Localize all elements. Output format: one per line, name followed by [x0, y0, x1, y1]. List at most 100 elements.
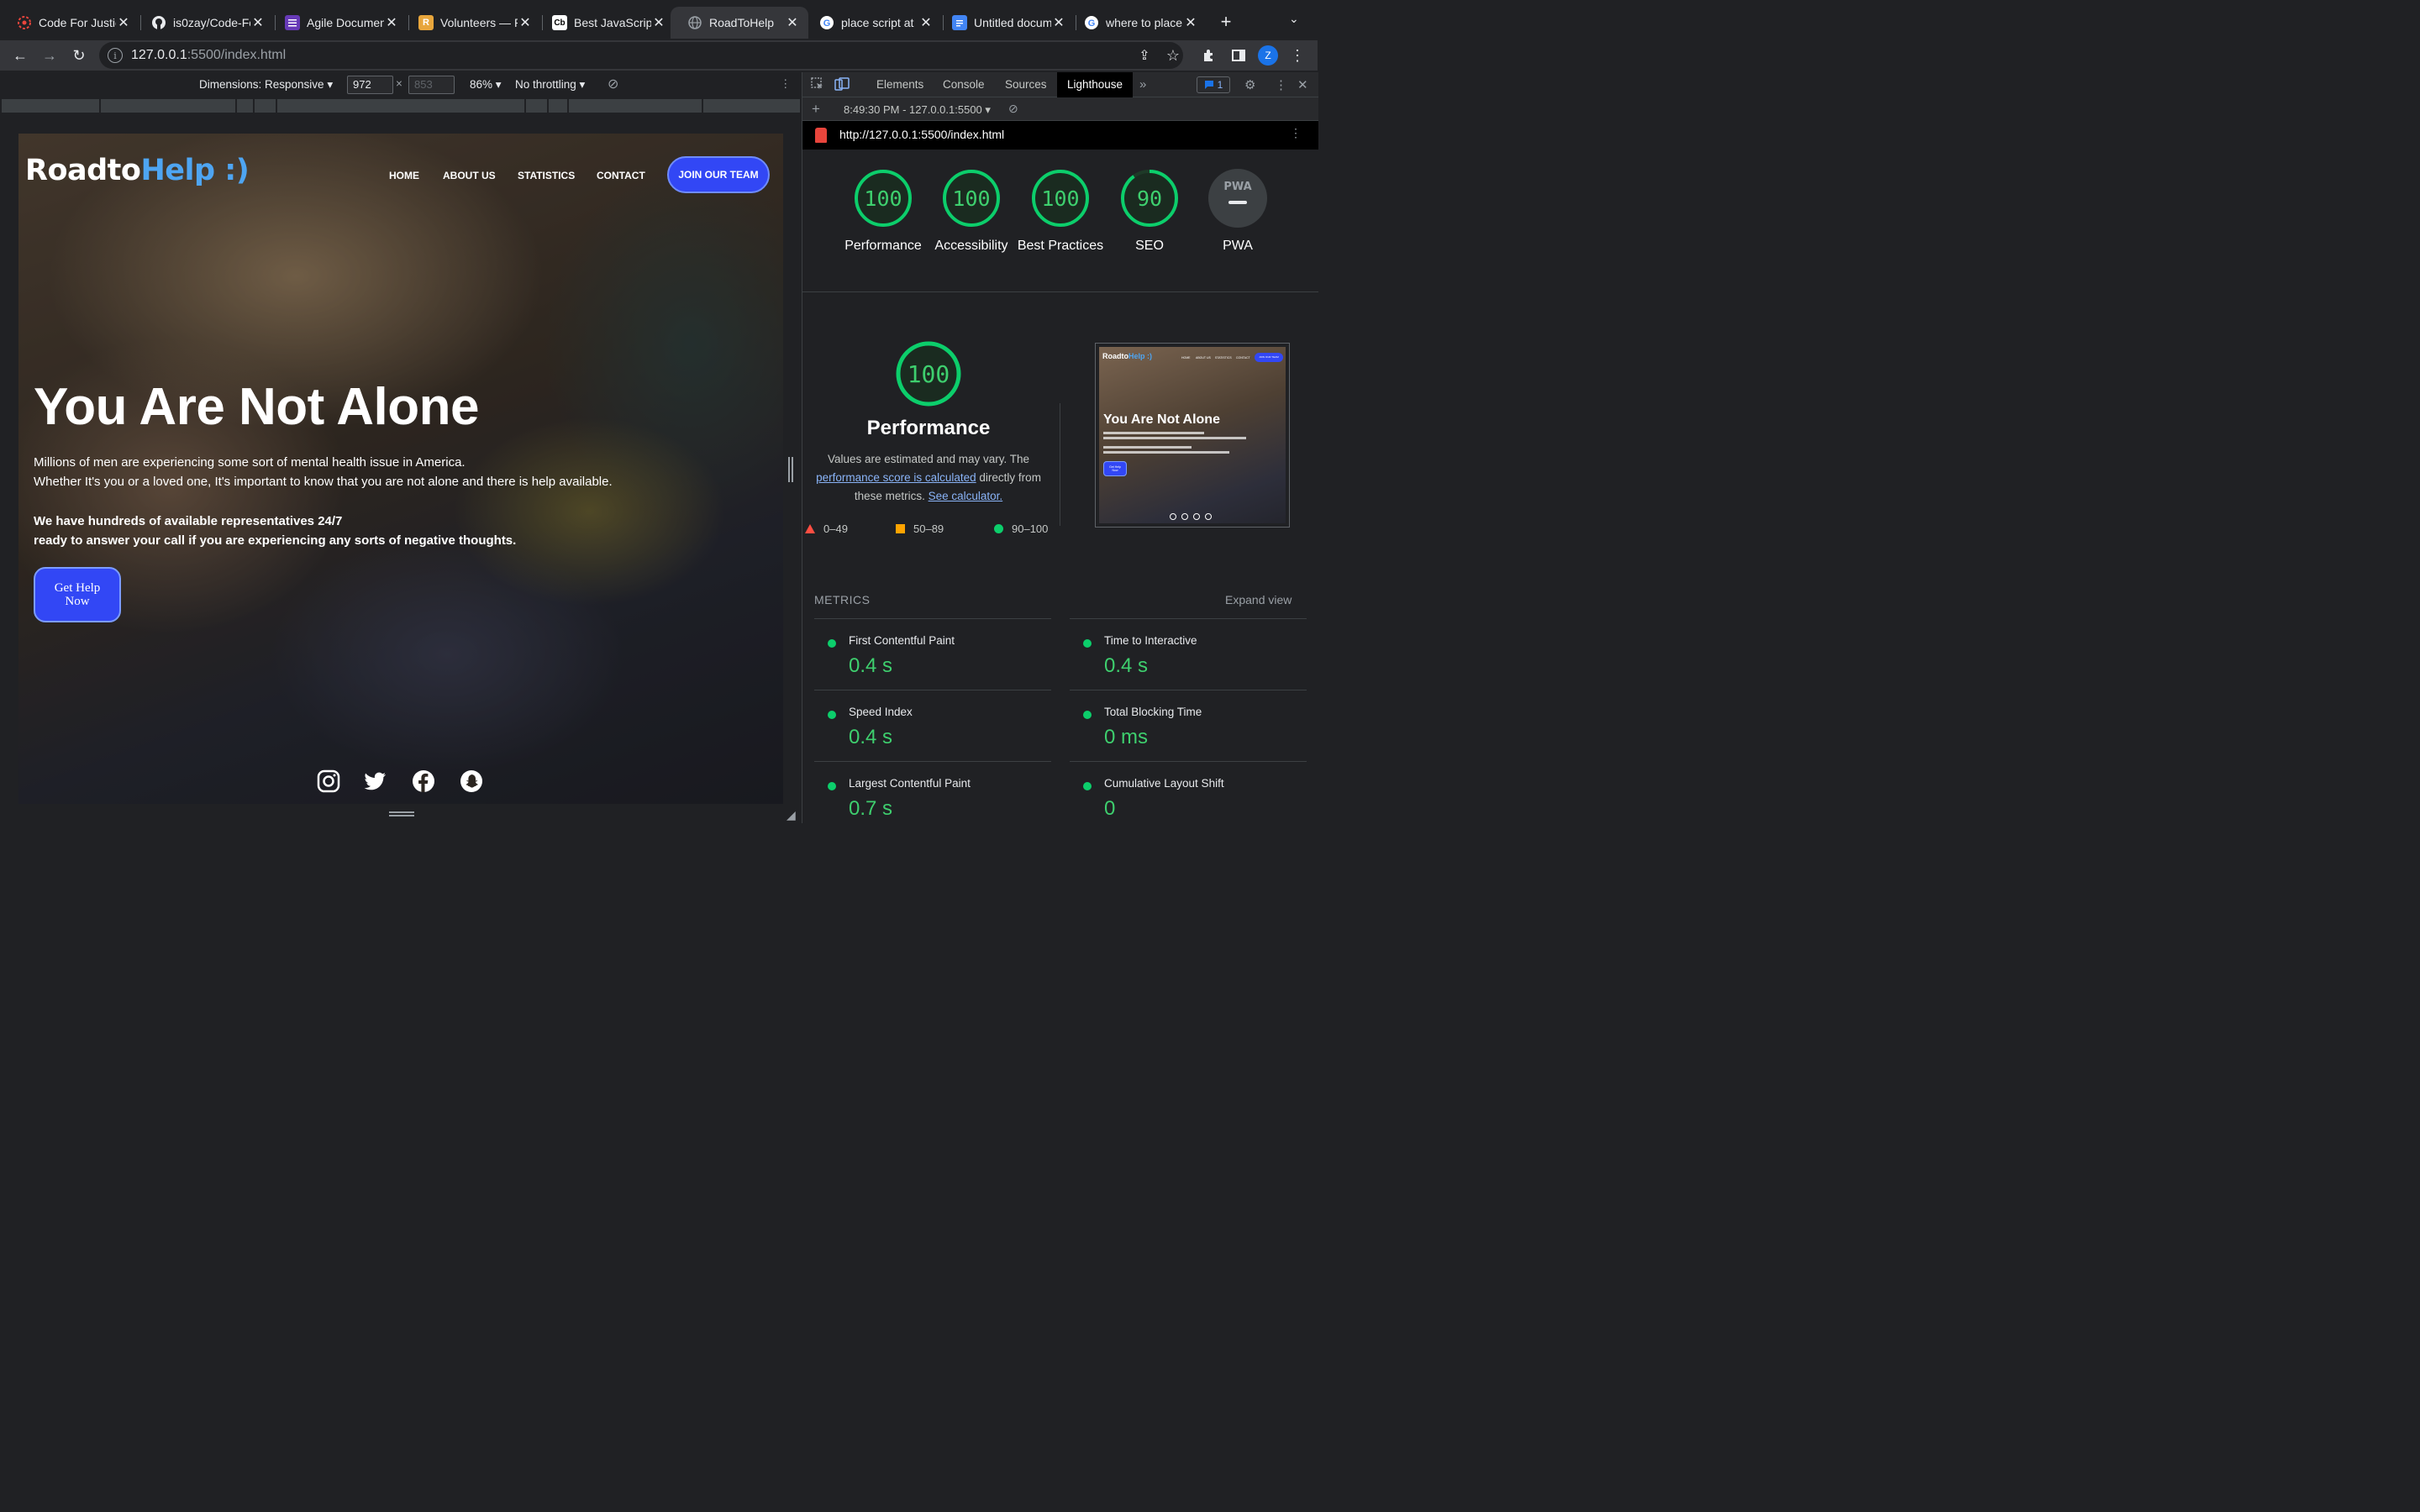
- gauge-label: Accessibility: [934, 239, 1008, 253]
- browser-tab[interactable]: G place script at ✕: [802, 7, 942, 39]
- media-query-ruler[interactable]: [2, 99, 800, 113]
- tab-strip: Code For Justice ✕ is0zay/Code-For-Justi…: [0, 0, 1318, 40]
- tab-title: Volunteers — RoadToHelp: [440, 16, 518, 29]
- extensions-puzzle-icon[interactable]: [1199, 45, 1219, 66]
- side-panel-icon[interactable]: [1228, 45, 1249, 66]
- see-calculator-link[interactable]: See calculator.: [929, 490, 1003, 502]
- report-menu-icon[interactable]: ⋮: [1290, 126, 1302, 140]
- viewport-height-handle[interactable]: [389, 811, 414, 816]
- performance-score-gauge[interactable]: 100: [895, 340, 962, 407]
- settings-gear-icon[interactable]: ⚙: [1244, 77, 1255, 92]
- avatar[interactable]: Z: [1258, 45, 1278, 66]
- issues-badge[interactable]: 1: [1197, 76, 1230, 93]
- browser-tab[interactable]: Agile Documentation ✕: [268, 7, 408, 39]
- bookmark-star-icon[interactable]: ☆: [1163, 45, 1183, 66]
- forward-button[interactable]: →: [39, 45, 60, 66]
- more-options-icon[interactable]: ⋮: [780, 77, 792, 91]
- reload-button[interactable]: ↻: [69, 45, 89, 66]
- browser-menu-icon[interactable]: ⋮: [1287, 45, 1307, 66]
- twitter-icon[interactable]: [362, 769, 387, 794]
- clear-icon[interactable]: ⊘: [1008, 102, 1018, 116]
- tab-elements[interactable]: Elements: [876, 78, 923, 91]
- snapchat-icon[interactable]: [459, 769, 484, 794]
- new-report-icon[interactable]: +: [812, 101, 820, 118]
- nav-contact[interactable]: CONTACT: [597, 170, 645, 181]
- tab-console[interactable]: Console: [943, 78, 985, 91]
- viewport-resize-handle[interactable]: [788, 457, 793, 482]
- address-bar[interactable]: i 127.0.0.1:5500/index.html: [99, 42, 1183, 69]
- hero-title: You Are Not Alone: [34, 378, 479, 436]
- close-icon[interactable]: ✕: [1051, 14, 1066, 31]
- metric-row: Total Blocking Time 0 ms: [1070, 690, 1307, 761]
- lighthouse-toolbar: + 8:49:30 PM - 127.0.0.1:5500 ▾ ⊘: [802, 97, 1318, 121]
- info-icon[interactable]: i: [108, 48, 123, 63]
- nav-home[interactable]: HOME: [389, 170, 419, 181]
- dimensions-select[interactable]: Dimensions: Responsive ▾: [199, 78, 333, 92]
- tab-lighthouse[interactable]: Lighthouse: [1057, 72, 1134, 97]
- close-icon[interactable]: ✕: [250, 14, 266, 31]
- new-tab-button[interactable]: +: [1216, 11, 1236, 33]
- close-icon[interactable]: ✕: [918, 14, 934, 31]
- close-icon[interactable]: ✕: [384, 14, 399, 31]
- globe-icon: [687, 15, 702, 30]
- inspect-element-icon[interactable]: [811, 77, 824, 94]
- zoom-select[interactable]: 86% ▾: [470, 78, 502, 92]
- score-gauge[interactable]: 90: [1120, 169, 1179, 228]
- code-for-justice-icon: [17, 15, 32, 30]
- tab-sources[interactable]: Sources: [1005, 78, 1047, 91]
- site-logo[interactable]: RoadtoHelp :): [25, 154, 250, 187]
- join-our-team-button[interactable]: JOIN OUR TEAM: [667, 156, 770, 193]
- score-value: 90: [1136, 186, 1163, 211]
- devtools-panel: Elements Console Sources Lighthouse » 1 …: [802, 72, 1318, 823]
- resize-corner-icon[interactable]: ◢: [786, 808, 796, 822]
- performance-score-link[interactable]: performance score is calculated: [816, 471, 976, 484]
- pwa-badge[interactable]: PWA: [1208, 169, 1267, 228]
- score-gauge[interactable]: 100: [854, 169, 913, 228]
- pass-circle-icon: [1083, 782, 1092, 790]
- instagram-icon[interactable]: [316, 769, 341, 794]
- share-icon[interactable]: ⇪: [1134, 45, 1155, 66]
- device-toggle-icon[interactable]: [834, 77, 850, 94]
- report-url[interactable]: http://127.0.0.1:5500/index.html: [839, 128, 1004, 141]
- metric-row: Largest Contentful Paint 0.7 s: [814, 761, 1051, 832]
- throttling-select[interactable]: No throttling ▾: [515, 78, 585, 92]
- expand-view-toggle[interactable]: Expand view: [1225, 593, 1292, 606]
- devtools-menu-icon[interactable]: ⋮: [1275, 77, 1287, 92]
- metric-row: First Contentful Paint 0.4 s: [814, 618, 1051, 690]
- more-tabs-icon[interactable]: »: [1139, 77, 1146, 92]
- close-icon[interactable]: ✕: [651, 14, 666, 31]
- final-screenshot-thumbnail[interactable]: RoadtoHelp :) HOME ABOUT US STATISTICS C…: [1095, 343, 1290, 528]
- svg-text:G: G: [1088, 18, 1096, 29]
- browser-tab[interactable]: is0zay/Code-For-Justice ✕: [134, 7, 274, 39]
- height-input[interactable]: 853: [408, 76, 455, 94]
- gauge-label: PWA: [1223, 239, 1253, 253]
- close-icon[interactable]: ✕: [116, 14, 131, 31]
- close-icon[interactable]: ✕: [1183, 14, 1198, 31]
- browser-tab-active[interactable]: RoadToHelp ✕: [671, 7, 808, 39]
- browser-tab[interactable]: Cb Best JavaScript ✕: [535, 7, 675, 39]
- report-selector[interactable]: 8:49:30 PM - 127.0.0.1:5500 ▾: [844, 103, 991, 117]
- score-gauge[interactable]: 100: [1031, 169, 1090, 228]
- browser-tab[interactable]: Untitled document ✕: [935, 7, 1075, 39]
- close-icon[interactable]: ✕: [518, 14, 533, 31]
- metric-row: Cumulative Layout Shift 0: [1070, 761, 1307, 832]
- width-input[interactable]: 972: [347, 76, 393, 94]
- nav-about-us[interactable]: ABOUT US: [443, 170, 496, 181]
- browser-tab[interactable]: Code For Justice ✕: [0, 7, 139, 39]
- close-devtools-icon[interactable]: ✕: [1297, 77, 1308, 92]
- tab-title: RoadToHelp: [709, 16, 775, 29]
- get-help-now-button[interactable]: Get Help Now: [34, 567, 121, 622]
- browser-tab[interactable]: G where to place ✕: [1067, 7, 1207, 39]
- rotate-icon[interactable]: ⊘: [608, 76, 618, 92]
- close-icon[interactable]: ✕: [785, 14, 800, 31]
- back-button[interactable]: ←: [10, 45, 30, 66]
- browser-tab[interactable]: R Volunteers — RoadToHelp ✕: [402, 7, 541, 39]
- facebook-icon[interactable]: [411, 769, 436, 794]
- nav-statistics[interactable]: STATISTICS: [518, 170, 575, 181]
- devtools-tabbar: Elements Console Sources Lighthouse » 1 …: [802, 72, 1318, 97]
- score-gauge[interactable]: 100: [942, 169, 1001, 228]
- google-icon: G: [1084, 15, 1099, 30]
- pass-circle-icon: [1083, 711, 1092, 719]
- metric-row: Speed Index 0.4 s: [814, 690, 1051, 761]
- chevron-down-icon[interactable]: ⌄: [1289, 12, 1299, 26]
